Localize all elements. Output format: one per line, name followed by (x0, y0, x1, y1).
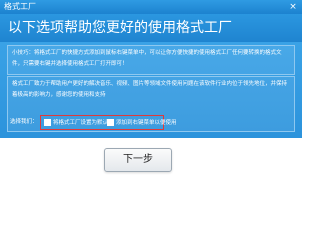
checkbox-icon[interactable] (44, 119, 51, 126)
header: 以下选项帮助您更好的使用格式工厂 (0, 14, 302, 42)
option-label: 添加到右键菜单以便使用 (116, 120, 177, 126)
choice-label: 选择我们： (10, 119, 38, 125)
footer: 下一步 (0, 138, 302, 216)
options-highlight: 将格式工厂设置为默认 添加到右键菜单以便使用 (40, 115, 177, 130)
option-add-context-menu[interactable]: 添加到右键菜单以便使用 (107, 118, 177, 128)
page-title: 以下选项帮助您更好的使用格式工厂 (8, 20, 232, 36)
option-label: 将格式工厂设置为默认 (53, 120, 109, 126)
tip-box: 小技巧：将格式工厂的快捷方式添加到鼠标右键菜单中，可以让你方便快捷的使用格式工厂… (7, 45, 295, 75)
title-bar: 格式工厂 × (0, 0, 302, 14)
setup-dialog: 格式工厂 × 以下选项帮助您更好的使用格式工厂 小技巧：将格式工厂的快捷方式添加… (0, 0, 302, 216)
description-text: 格式工厂致力于帮助用户更好的解决音乐、视频、图片等领域文件使用问题在该软件行业内… (12, 81, 288, 98)
window-title: 格式工厂 (4, 2, 36, 11)
next-button[interactable]: 下一步 (104, 148, 172, 172)
tip-text: 小技巧：将格式工厂的快捷方式添加到鼠标右键菜单中，可以让你方便快捷的使用格式工厂… (12, 50, 282, 67)
checkbox-icon[interactable] (107, 119, 114, 126)
option-set-default[interactable]: 将格式工厂设置为默认 (44, 118, 108, 128)
close-icon[interactable]: × (288, 2, 298, 12)
